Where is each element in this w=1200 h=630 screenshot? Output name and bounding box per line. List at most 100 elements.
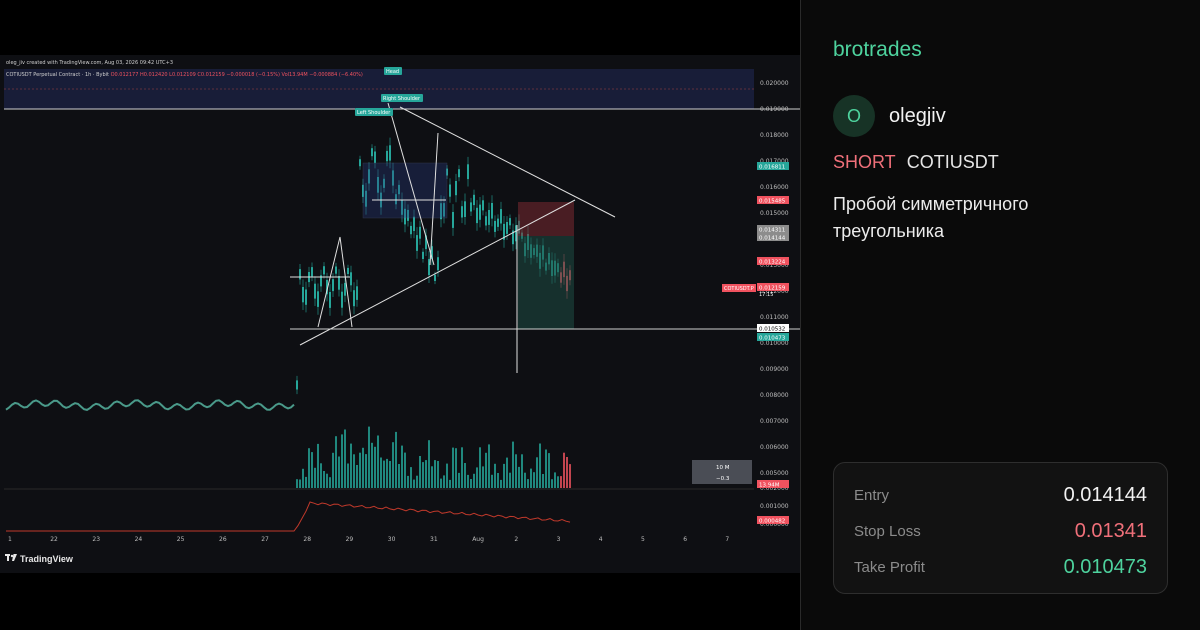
take-profit-row: Take Profit 0.010473 <box>854 549 1147 585</box>
volume-bar <box>326 473 328 488</box>
brand-name[interactable]: brotrades <box>833 38 922 62</box>
volume-bar <box>506 457 508 488</box>
candle-body <box>416 235 418 251</box>
username[interactable]: olegjiv <box>889 105 946 128</box>
price-axis-label: 0.020000 <box>760 80 789 87</box>
volume-bar <box>308 448 310 488</box>
volume-bar <box>437 461 439 488</box>
time-axis-label: 3 <box>557 536 561 543</box>
time-axis-label: 22 <box>50 536 58 543</box>
volume-bar <box>509 472 511 488</box>
price-tag: 0.010473 <box>759 336 786 342</box>
volume-bar <box>359 452 361 488</box>
target-zone <box>518 236 574 329</box>
volume-bar <box>497 473 499 488</box>
symbol-title: COTIUSDT Perpetual Contract · 1h · Bybit <box>6 72 109 78</box>
candle-body <box>500 209 502 224</box>
price-chart[interactable]: 0.0200000.0190000.0180000.0170000.016000… <box>0 55 800 573</box>
levels-card: Entry 0.014144 Stop Loss 0.01341 Take Pr… <box>833 462 1168 594</box>
volume-bar <box>569 464 571 488</box>
entry-row: Entry 0.014144 <box>854 477 1147 513</box>
candle-body <box>350 272 352 286</box>
volume-bar <box>539 443 541 488</box>
volume-bar <box>419 456 421 488</box>
time-axis-label: 30 <box>388 536 396 543</box>
candle-body <box>461 206 463 218</box>
volume-bar <box>455 448 457 488</box>
stop-zone <box>518 202 574 236</box>
avatar[interactable]: O <box>833 95 875 137</box>
time-axis-label: 27 <box>261 536 269 543</box>
candle-body <box>311 267 313 277</box>
price-tag: 13.94M <box>759 483 780 489</box>
volume-bar <box>488 444 490 488</box>
take-profit-value: 0.010473 <box>1063 555 1147 578</box>
stop-loss-row: Stop Loss 0.01341 <box>854 513 1147 549</box>
user-row[interactable]: O olegjiv <box>833 95 946 137</box>
chart-area[interactable]: 0.020000 0.019000 0.018000 0.017000 0.016000… <box>0 0 800 630</box>
volume-bar <box>401 445 403 488</box>
candle-body <box>374 151 376 163</box>
volume-bar <box>545 449 547 488</box>
candle-body <box>452 212 454 228</box>
candle-body <box>476 207 478 224</box>
volume-bar <box>332 452 334 488</box>
candle-body <box>413 216 415 231</box>
tradingview-icon <box>5 554 17 564</box>
volume-bar <box>428 440 430 488</box>
price-axis-label: 0.011000 <box>760 314 789 321</box>
volume-bar <box>302 468 304 488</box>
volume-bar <box>542 474 544 488</box>
volume-bar <box>377 435 379 488</box>
pattern-label: Left Shoulder <box>357 110 391 116</box>
volume-bar <box>503 463 505 488</box>
volume-bar <box>431 466 433 488</box>
time-axis-label: 23 <box>92 536 100 543</box>
candle-body <box>305 289 307 305</box>
volume-bar <box>410 467 412 488</box>
candle-body <box>494 220 496 232</box>
time-axis-label: 1 <box>8 536 12 543</box>
volume-bar <box>347 463 349 488</box>
volume-bar <box>365 454 367 488</box>
volume-bar <box>356 465 358 488</box>
time-axis-label: 31 <box>430 536 438 543</box>
volume-bar <box>476 467 478 488</box>
volume-bar <box>518 466 520 488</box>
price-axis-label: 0.016000 <box>760 184 789 191</box>
volume-bar <box>425 460 427 488</box>
volume-bar <box>446 463 448 488</box>
candle-body <box>317 291 319 307</box>
volume-bar <box>317 443 319 488</box>
volume-bar <box>344 429 346 488</box>
volume-bar <box>380 457 382 488</box>
volume-bar <box>482 466 484 488</box>
trade-description: Пробой симметричного треугольника <box>833 194 1029 241</box>
volume-bar <box>566 457 568 488</box>
candle-body <box>332 279 334 292</box>
volume-bar <box>335 436 337 488</box>
tradingview-logo: TradingView <box>5 554 73 564</box>
price-axis-label: 0.007000 <box>760 418 789 425</box>
volume-bar <box>407 475 409 488</box>
candle-body <box>470 202 472 212</box>
time-axis-label: 24 <box>135 536 143 543</box>
trade-panel: brotrades O olegjiv SHORT COTIUSDT Пробо… <box>801 0 1200 630</box>
volume-bar <box>413 479 415 488</box>
price-axis-label: 0.015000 <box>760 210 789 217</box>
candle-body <box>428 259 430 276</box>
volume-bar <box>527 479 529 488</box>
stop-loss-value: 0.01341 <box>1074 519 1147 542</box>
volume-bar <box>371 442 373 488</box>
candle-body <box>347 267 349 274</box>
candle-body <box>299 269 301 280</box>
volume-bar <box>470 479 472 488</box>
price-axis-label: 0.008000 <box>760 392 789 399</box>
volume-bar <box>299 479 301 488</box>
candle-body <box>296 380 298 390</box>
candle-body <box>506 222 508 234</box>
candle-body <box>479 204 481 220</box>
entry-label: Entry <box>854 486 890 504</box>
price-axis-label: 0.005000 <box>760 470 789 477</box>
candle-body <box>410 225 412 235</box>
